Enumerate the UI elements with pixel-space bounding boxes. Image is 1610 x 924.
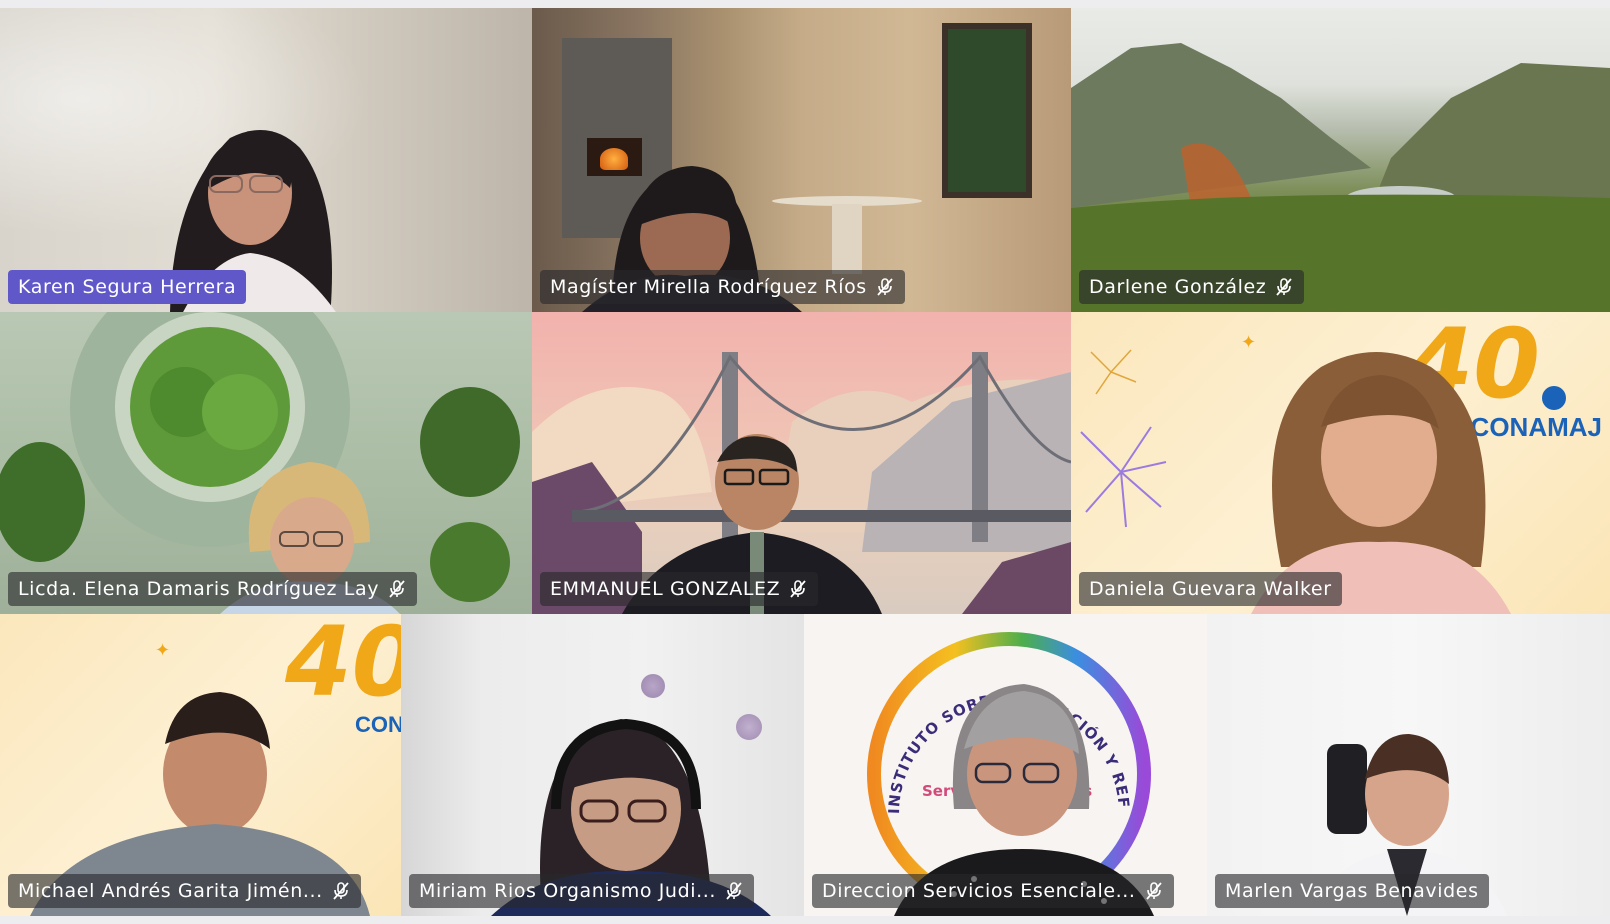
participant-name-tag: Magíster Mirella Rodríguez Ríos <box>540 270 905 304</box>
microphone-muted-icon <box>389 580 405 598</box>
participant-name-tag: Miriam Rios Organismo Judi... <box>409 874 755 908</box>
participant-name: Michael Andrés Garita Jimén... <box>18 880 323 902</box>
participant-name: Karen Segura Herrera <box>18 276 237 298</box>
wall-decoration <box>641 674 665 698</box>
video-tile-miriam[interactable]: Miriam Rios Organismo Judi... <box>401 614 804 916</box>
microphone-muted-icon <box>726 882 742 900</box>
microphone-muted-icon <box>790 580 806 598</box>
participant-name: Darlene González <box>1089 276 1267 298</box>
video-tile-elena[interactable]: Licda. Elena Damaris Rodríguez Lay <box>0 312 532 614</box>
microphone-muted-icon <box>877 278 893 296</box>
video-tile-michael[interactable]: 40 CON ✦ Michael Andrés Garita Jimén... <box>0 614 401 916</box>
video-tile-marlen[interactable]: Marlen Vargas Benavides <box>1207 614 1610 916</box>
participant-name-tag: Daniela Guevara Walker <box>1079 572 1342 606</box>
participant-name-tag: Direccion Servicios Esenciale... <box>812 874 1174 908</box>
background-window <box>942 23 1032 198</box>
video-tile-direccion[interactable]: INSTITUTO SOBRE MIGRACIÓN Y REFUGIO LGBT… <box>804 614 1207 916</box>
participant-name: Direccion Servicios Esenciale... <box>822 880 1136 902</box>
participant-name: EMMANUEL GONZALEZ <box>550 578 781 600</box>
video-tile-daniela[interactable]: 40 CONAMAJ ✦ Daniela Guevara Walker <box>1071 312 1610 614</box>
video-tile-mirella[interactable]: Magíster Mirella Rodríguez Ríos <box>532 8 1071 312</box>
microphone-muted-icon <box>1145 882 1162 900</box>
participant-name-tag: Darlene González <box>1079 270 1305 304</box>
participant-name-tag: Karen Segura Herrera <box>8 270 247 304</box>
video-tile-emmanuel[interactable]: EMMANUEL GONZALEZ <box>532 312 1071 614</box>
participant-name: Miriam Rios Organismo Judi... <box>419 880 717 902</box>
microphone-muted-icon <box>333 882 349 900</box>
participant-name-tag: Michael Andrés Garita Jimén... <box>8 874 361 908</box>
microphone-muted-icon <box>1276 278 1293 296</box>
participant-name: Licda. Elena Damaris Rodríguez Lay <box>18 578 380 600</box>
star-decoration: ✦ <box>155 640 171 661</box>
participant-name-tag: Licda. Elena Damaris Rodríguez Lay <box>8 572 418 606</box>
video-tile-karen[interactable]: Karen Segura Herrera <box>0 8 532 312</box>
participant-name: Marlen Vargas Benavides <box>1225 880 1479 902</box>
participant-name: Daniela Guevara Walker <box>1089 578 1332 600</box>
participant-name: Magíster Mirella Rodríguez Ríos <box>550 276 867 298</box>
participant-name-tag: Marlen Vargas Benavides <box>1215 874 1489 908</box>
participant-name-tag: EMMANUEL GONZALEZ <box>540 572 819 606</box>
video-tile-darlene[interactable]: Darlene González <box>1071 8 1610 312</box>
